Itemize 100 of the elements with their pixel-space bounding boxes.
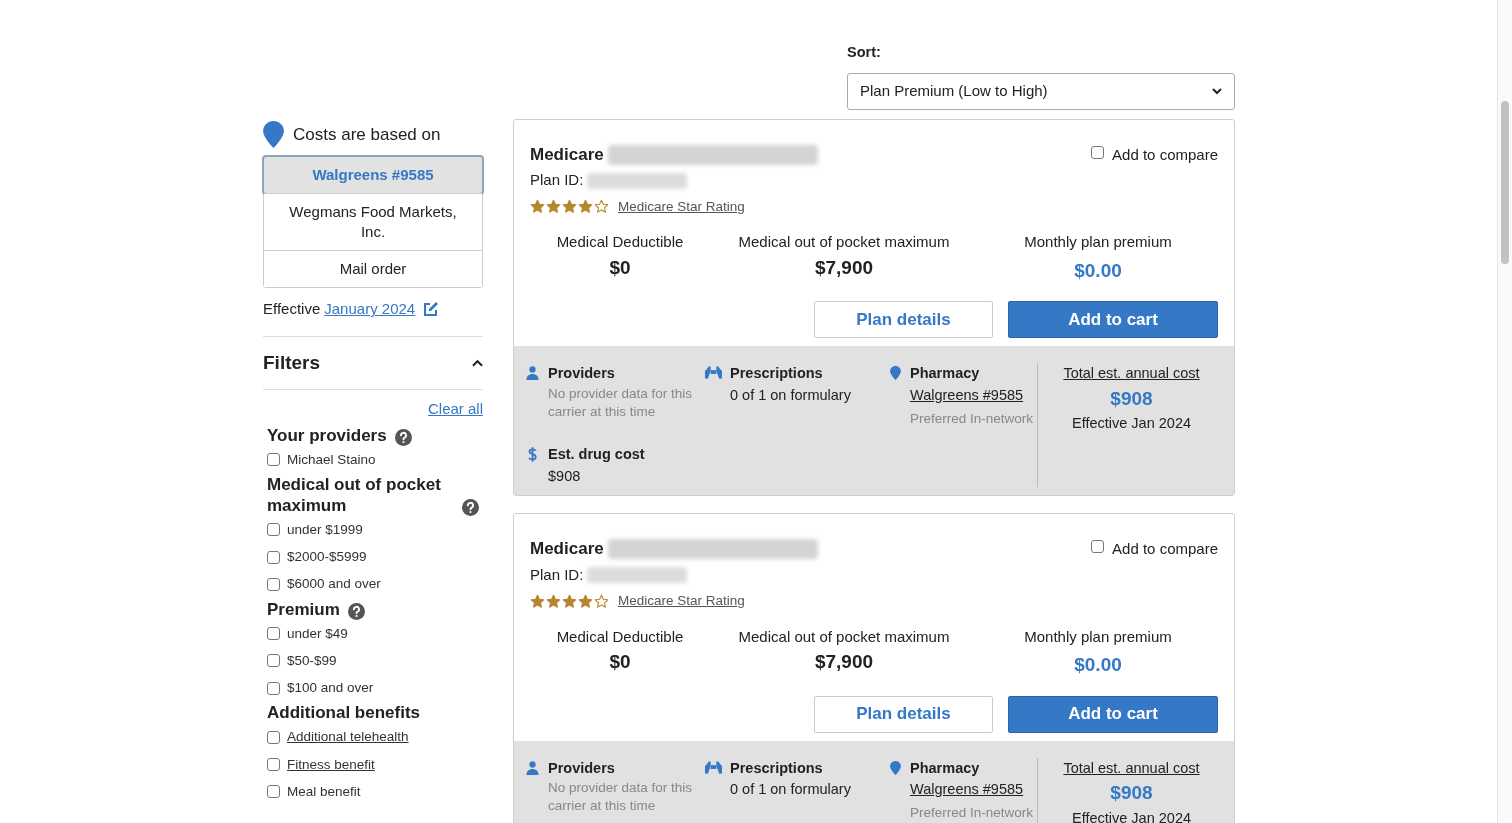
checkbox[interactable]: [267, 523, 280, 537]
pharmacy-link[interactable]: Walgreens #9585: [910, 779, 1034, 801]
total-cost-value: $908: [1110, 386, 1153, 411]
section-text: 0 of 1 on formulary: [730, 385, 851, 405]
stat-label: Medical Deductible: [556, 232, 684, 252]
section-text: 0 of 1 on formulary: [730, 780, 851, 800]
stat-value: $0: [609, 650, 631, 674]
stat-value: $7,900: [814, 255, 874, 280]
star-rating-link[interactable]: Medicare Star Rating: [618, 591, 745, 612]
plan-id-label: Plan ID:: [530, 170, 584, 191]
pharmacy-option[interactable]: Mail order: [264, 250, 482, 287]
costs-label: Costs are based on: [293, 123, 441, 146]
stat-value: $0.00: [1074, 258, 1122, 283]
add-to-cart-button[interactable]: Add to cart: [1008, 301, 1218, 338]
help-icon[interactable]: [394, 428, 412, 446]
sort-select[interactable]: Plan Premium (Low to High): [847, 72, 1235, 110]
star-icon: [530, 593, 545, 609]
location-pin-icon: [263, 121, 284, 148]
section-title: Pharmacy: [910, 758, 981, 778]
plan-details-button[interactable]: Plan details: [814, 301, 993, 338]
section-text: No provider data for this carrier at this time: [548, 384, 694, 421]
sort-label: Sort:: [847, 43, 881, 62]
person-icon: [526, 760, 539, 775]
filter-group-title: Additional benefits: [267, 702, 420, 724]
checkbox[interactable]: [267, 550, 280, 564]
plan-name: Medicare: [530, 538, 604, 561]
section-title: Pharmacy: [910, 364, 981, 383]
compare-label[interactable]: Add to compare: [1112, 538, 1218, 561]
filter-option-label[interactable]: under $49: [287, 623, 348, 644]
location-pin-icon: [890, 760, 901, 775]
checkbox[interactable]: [1091, 540, 1105, 554]
stat-label: Monthly plan premium: [1024, 232, 1172, 252]
filter-option-label[interactable]: Additional telehealth: [287, 727, 409, 748]
stat-value: $0.00: [1074, 653, 1122, 677]
checkbox[interactable]: [267, 758, 280, 772]
section-title: Prescriptions: [730, 758, 824, 778]
edit-icon[interactable]: [423, 301, 440, 318]
stat-label: Medical Deductible: [556, 626, 684, 647]
star-icon: [578, 199, 593, 215]
checkbox[interactable]: [267, 627, 280, 641]
filter-option-label[interactable]: $100 and over: [287, 678, 374, 699]
filter-option-label[interactable]: $50-$99: [287, 650, 337, 671]
effective-date: Effective Jan 2024: [1071, 808, 1191, 823]
scrollbar[interactable]: [1497, 0, 1512, 823]
stat-value: $0: [609, 255, 631, 280]
binoculars-icon: [705, 760, 722, 775]
pharmacy-link[interactable]: Walgreens #9585: [910, 384, 1034, 407]
help-icon[interactable]: [347, 602, 365, 620]
compare-label[interactable]: Add to compare: [1112, 143, 1218, 167]
stat-label: Medical out of pocket maximum: [738, 232, 950, 252]
star-icon: [546, 199, 561, 215]
clear-all-link[interactable]: Clear all: [427, 398, 483, 421]
star-icon: [594, 199, 609, 215]
star-icon: [562, 199, 577, 215]
stat-label: Medical out of pocket maximum: [738, 626, 950, 647]
effective-date-link[interactable]: January 2024: [324, 298, 416, 321]
checkbox[interactable]: [267, 785, 280, 799]
checkbox[interactable]: [267, 453, 280, 467]
person-icon: [526, 366, 539, 380]
star-icon: [530, 199, 545, 215]
filter-option-label[interactable]: $2000-$5999: [287, 547, 367, 568]
total-cost-link[interactable]: Total est. annual cost: [1063, 757, 1200, 780]
caret-icon: [1212, 87, 1222, 95]
checkbox[interactable]: [1091, 145, 1105, 159]
checkbox[interactable]: [267, 654, 280, 668]
filter-option-label[interactable]: Meal benefit: [287, 781, 361, 802]
plan-details-button[interactable]: Plan details: [814, 695, 993, 733]
filter-option-label[interactable]: $6000 and over: [287, 574, 381, 595]
plan-id-label: Plan ID:: [530, 564, 584, 585]
effective-date: Effective Jan 2024: [1071, 414, 1191, 434]
dollar-icon: [528, 446, 537, 462]
filter-group-title: Your providers: [267, 424, 387, 446]
star-icon: [562, 593, 577, 609]
section-title: Providers: [548, 364, 616, 383]
section-title: Est. drug cost: [548, 444, 645, 464]
help-icon[interactable]: [462, 498, 479, 516]
checkbox[interactable]: [267, 577, 280, 591]
checkbox[interactable]: [267, 730, 280, 744]
section-title: Prescriptions: [730, 364, 824, 383]
filter-option-label[interactable]: under $1999: [287, 519, 363, 540]
filter-group-title: Premium: [267, 598, 340, 620]
section-title: Providers: [548, 758, 616, 778]
network-status: Preferred In-network: [910, 409, 1034, 428]
star-icon: [578, 593, 593, 609]
filter-option-label[interactable]: Fitness benefit: [287, 754, 375, 775]
total-cost-value: $908: [1110, 781, 1153, 806]
section-text: No provider data for this carrier at this time: [548, 779, 694, 816]
plan-name: Medicare: [530, 143, 604, 166]
star-icon: [594, 593, 609, 609]
filter-option-label[interactable]: Michael Staino: [287, 449, 376, 470]
filters-title: Filters: [263, 350, 321, 375]
checkbox[interactable]: [267, 681, 280, 695]
total-cost-link[interactable]: Total est. annual cost: [1063, 363, 1200, 385]
chevron-icon[interactable]: [472, 358, 483, 367]
star-rating-link[interactable]: Medicare Star Rating: [618, 196, 745, 217]
effective-label: Effective: [263, 299, 321, 319]
binoculars-icon: [705, 366, 722, 380]
add-to-cart-button[interactable]: Add to cart: [1008, 695, 1218, 733]
star-icon: [546, 593, 561, 609]
section-text: $908: [548, 466, 582, 486]
